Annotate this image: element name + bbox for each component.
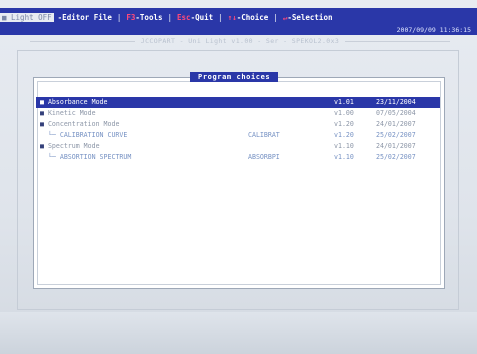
program-version: v1.00 [334, 109, 354, 117]
program-choices-dialog: Program choices ■ Absorbance Mode v1.01 23… [33, 72, 445, 289]
program-date: 24/01/2007 [376, 120, 416, 128]
title-line: JCCOPART - Uni Light v1.00 - Ser - SPEKO… [30, 36, 451, 46]
datetime: 2007/09/09 11:36:15 [396, 26, 471, 34]
program-date: 25/02/2007 [376, 153, 416, 161]
program-row[interactable]: └─ ABSORTION SPECTRUM ABSORBPI v1.10 25/02/… [36, 152, 440, 163]
bullet-icon: ■ [40, 98, 48, 106]
program-row[interactable]: ■ Concentration Mode v1.20 24/01/2007 [36, 119, 440, 130]
tree-branch-icon: └─ [40, 153, 60, 161]
screen: ■ Light OFF -Editor File | F3-Tools | Es… [0, 0, 477, 354]
choice-label: -Choice [236, 12, 269, 22]
program-name: └─ ABSORTION SPECTRUM [40, 152, 131, 163]
program-row[interactable]: └─ CALIBRATION CURVE CALIBRAT v1.20 25/02/2… [36, 130, 440, 141]
program-row[interactable]: ■ Spectrum Mode v1.10 24/01/2007 [36, 141, 440, 152]
program-list: ■ Absorbance Mode v1.01 23/11/2004 ■ Kineti… [36, 97, 440, 163]
menu-separator: | [218, 12, 223, 22]
program-version: v1.01 [334, 98, 354, 106]
tools-menu[interactable]: F3-Tools [124, 13, 164, 22]
program-name: ■ Spectrum Mode [40, 141, 100, 152]
program-name: ■ Kinetic Mode [40, 108, 96, 119]
program-date: 25/02/2007 [376, 131, 416, 139]
light-off-toggle[interactable]: ■ Light OFF [0, 12, 54, 22]
choice-key: ↑↓ [227, 12, 237, 22]
program-tag: ABSORBPI [248, 153, 280, 161]
selection-label: -Selection [287, 12, 333, 22]
title-rule-right [345, 40, 451, 42]
editor-file-menu[interactable]: -Editor File [56, 13, 114, 22]
program-version: v1.10 [334, 153, 354, 161]
quit-menu[interactable]: Esc-Quit [175, 13, 215, 22]
program-date: 23/11/2004 [376, 98, 416, 106]
menu-separator: | [273, 12, 278, 22]
tree-branch-icon: └─ [40, 131, 60, 139]
title-rule-left [30, 40, 135, 42]
program-name: └─ CALIBRATION CURVE [40, 130, 127, 141]
program-version: v1.10 [334, 142, 354, 150]
program-name-text: ABSORTION SPECTRUM [59, 153, 132, 161]
bullet-icon: ■ [40, 109, 48, 117]
status-bar: 2007/09/09 11:36:15 [0, 26, 477, 35]
program-name-text: Absorbance Mode [47, 98, 108, 106]
choice-menu[interactable]: ↑↓-Choice [226, 13, 271, 22]
program-name-text: CALIBRATION CURVE [59, 131, 128, 139]
selection-menu[interactable]: ↵-Selection [281, 13, 335, 22]
program-name-text: Kinetic Mode [47, 109, 96, 117]
program-row[interactable]: ■ Kinetic Mode v1.00 07/05/2004 [36, 108, 440, 119]
menu-bar: ■ Light OFF -Editor File | F3-Tools | Es… [0, 8, 477, 26]
program-title: JCCOPART - Uni Light v1.00 - Ser - SPEKO… [140, 37, 340, 45]
menu-separator: | [167, 12, 173, 22]
menu-separator: | [116, 12, 122, 22]
program-date: 24/01/2007 [376, 142, 416, 150]
program-row[interactable]: ■ Absorbance Mode v1.01 23/11/2004 [36, 97, 440, 108]
bullet-icon: ■ [40, 142, 48, 150]
dialog-title: Program choices [190, 72, 279, 82]
quit-key: Esc [177, 12, 191, 22]
bullet-icon: ■ [40, 120, 48, 128]
program-version: v1.20 [334, 120, 354, 128]
program-name: ■ Concentration Mode [40, 119, 119, 130]
tools-label: -Tools [135, 12, 163, 22]
bottom-area [0, 312, 477, 354]
quit-label: -Quit [190, 12, 214, 22]
program-name: ■ Absorbance Mode [40, 97, 108, 108]
program-name-text: Concentration Mode [47, 120, 120, 128]
program-tag: CALIBRAT [248, 131, 280, 139]
program-date: 07/05/2004 [376, 109, 416, 117]
program-version: v1.20 [334, 131, 354, 139]
program-name-text: Spectrum Mode [47, 142, 100, 150]
